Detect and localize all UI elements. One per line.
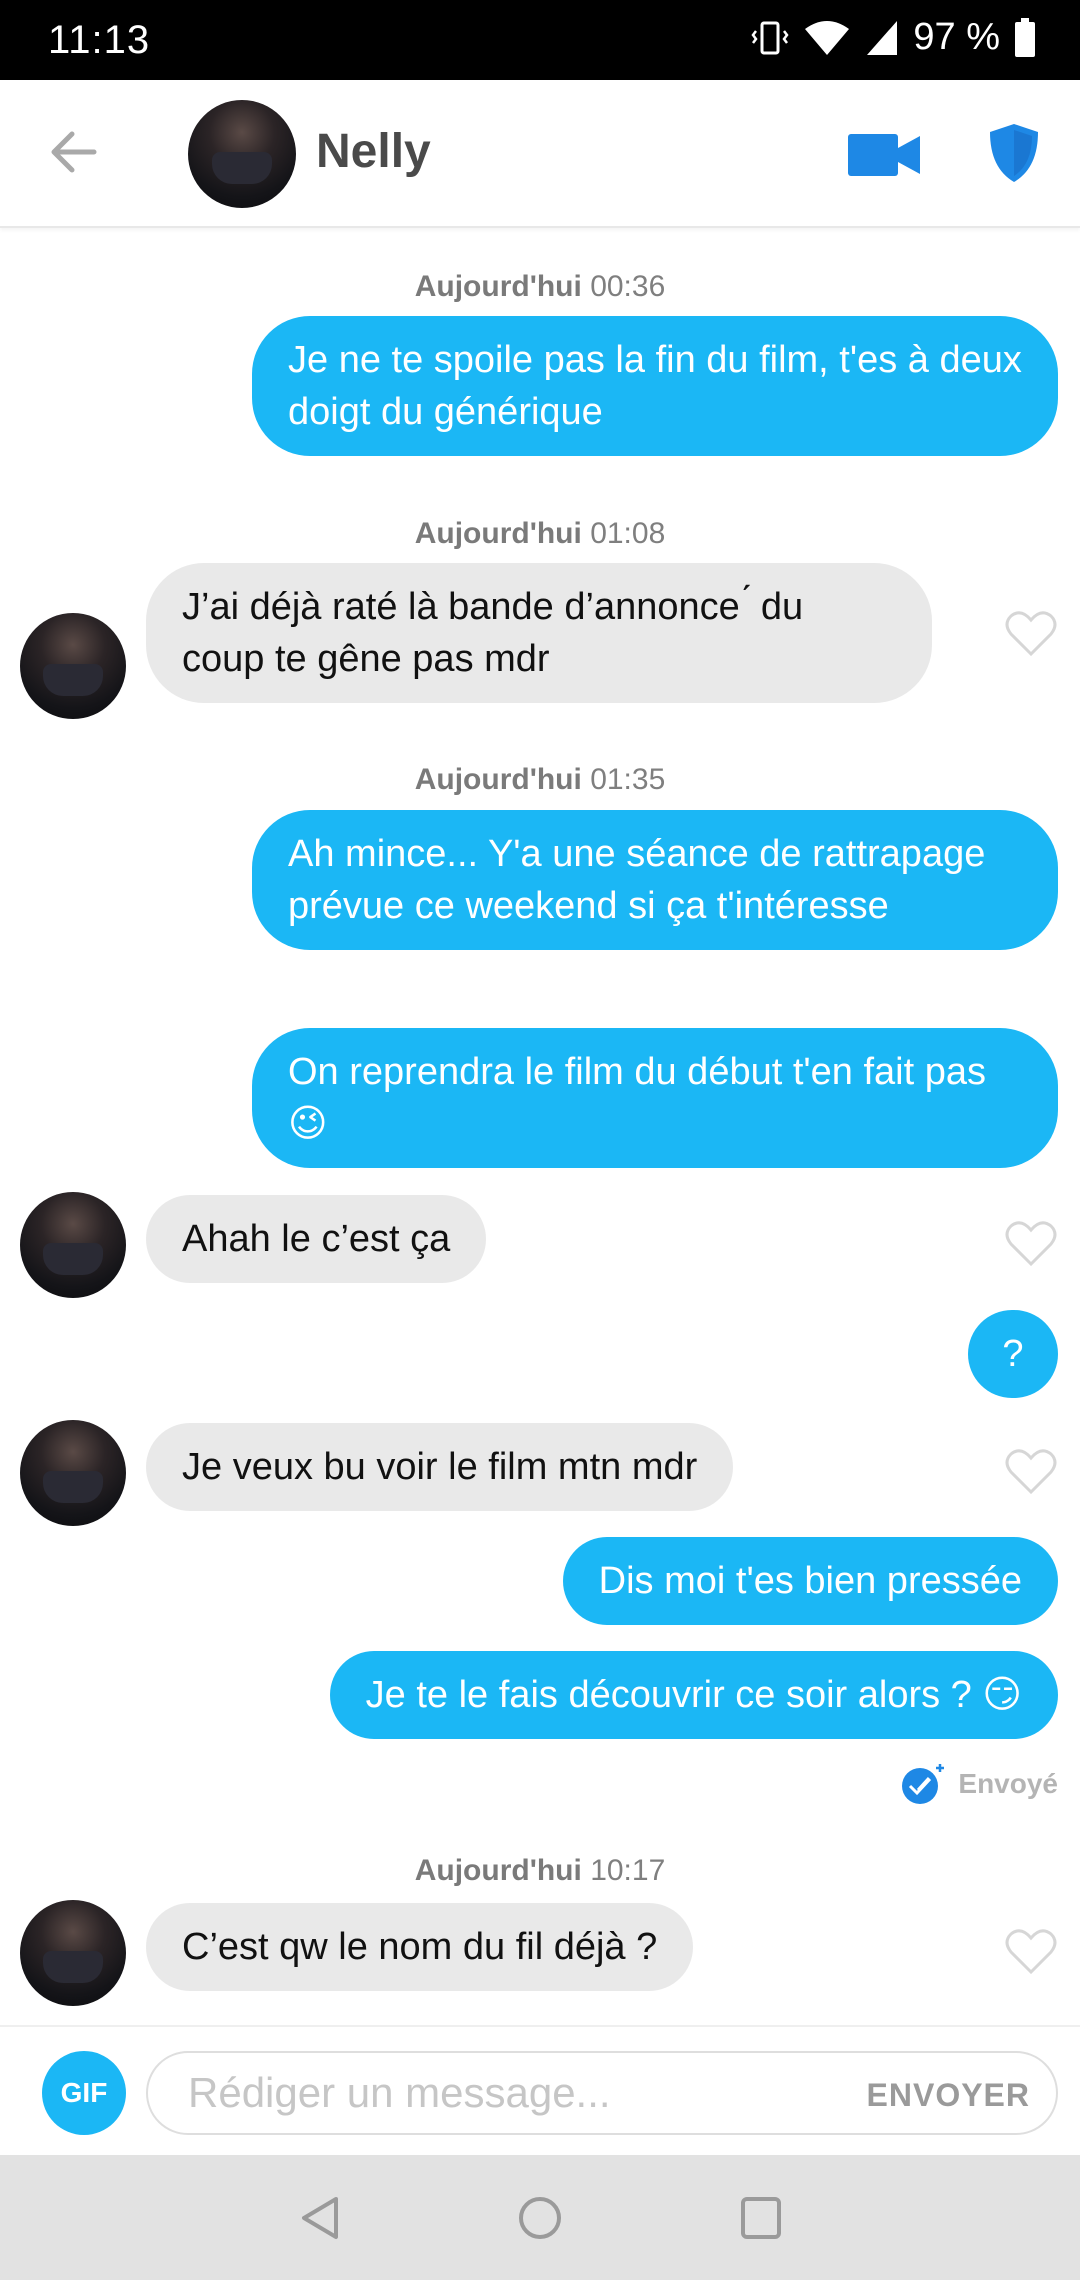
wifi-icon	[805, 20, 850, 55]
recents-nav-icon[interactable]	[738, 2193, 784, 2243]
status-time: 11:13	[48, 18, 151, 62]
outgoing-message[interactable]: Je ne te spoile pas la fin du film, t'es…	[252, 316, 1058, 456]
outgoing-message[interactable]: ?	[968, 1310, 1058, 1398]
home-nav-icon[interactable]	[515, 2193, 565, 2243]
message-input[interactable]: Rédiger un message... ENVOYER	[146, 2051, 1058, 2135]
message-placeholder: Rédiger un message...	[188, 2069, 611, 2116]
incoming-message[interactable]: Ahah le c’est ça	[146, 1195, 487, 1283]
vibrate-icon	[751, 21, 789, 54]
heart-icon[interactable]	[1005, 1928, 1057, 1976]
contact-name[interactable]: Nelly	[316, 124, 431, 179]
back-nav-icon[interactable]	[296, 2193, 344, 2243]
sent-status: Envoyé	[900, 1762, 1058, 1806]
status-bar: 11:13 97 %	[0, 0, 1080, 80]
shield-icon[interactable]	[988, 122, 1040, 184]
outgoing-message[interactable]: On reprendra le film du début t'en fait …	[252, 1028, 1058, 1168]
back-arrow-icon[interactable]	[44, 122, 104, 182]
heart-icon[interactable]	[1005, 1220, 1057, 1268]
battery-percent: 97 %	[913, 16, 1000, 58]
heart-icon[interactable]	[1005, 1448, 1057, 1496]
gif-button[interactable]: GIF	[42, 2051, 126, 2135]
battery-icon	[1015, 17, 1035, 57]
contact-avatar[interactable]	[20, 613, 126, 719]
timestamp: Aujourd'hui 10:17	[414, 1854, 666, 1887]
signal-icon	[867, 20, 898, 55]
contact-avatar[interactable]	[20, 1192, 126, 1298]
contact-avatar[interactable]	[20, 1900, 126, 2006]
composer: GIF Rédiger un message... ENVOYER	[0, 2025, 1080, 2155]
send-button[interactable]: ENVOYER	[867, 2077, 1030, 2114]
system-nav-bar	[0, 2155, 1080, 2280]
timestamp: Aujourd'hui 01:08	[414, 517, 666, 550]
chat-header: Nelly	[0, 80, 1080, 228]
timestamp: Aujourd'hui 00:36	[414, 270, 666, 303]
incoming-message[interactable]: C’est qw le nom du fil déjà ?	[146, 1903, 694, 1991]
outgoing-message[interactable]: Ah mince... Y'a une séance de rattrapage…	[252, 810, 1058, 950]
sent-check-icon	[902, 1764, 945, 1804]
heart-icon[interactable]	[1005, 610, 1057, 658]
incoming-message[interactable]: J’ai déjà raté là bande d’annonce ́ du c…	[146, 563, 932, 703]
timestamp: Aujourd'hui 01:35	[414, 763, 666, 796]
incoming-message[interactable]: Je veux bu voir le film mtn mdr	[146, 1423, 734, 1511]
video-call-icon[interactable]	[848, 130, 920, 180]
outgoing-message[interactable]: Dis moi t'es bien pressée	[562, 1537, 1058, 1625]
contact-avatar[interactable]	[188, 100, 296, 208]
message-list[interactable]: Aujourd'hui 00:36 Je ne te spoile pas la…	[0, 230, 1080, 2025]
outgoing-message[interactable]: Je te le fais découvrir ce soir alors ? …	[329, 1651, 1058, 1739]
contact-avatar[interactable]	[20, 1420, 126, 1526]
